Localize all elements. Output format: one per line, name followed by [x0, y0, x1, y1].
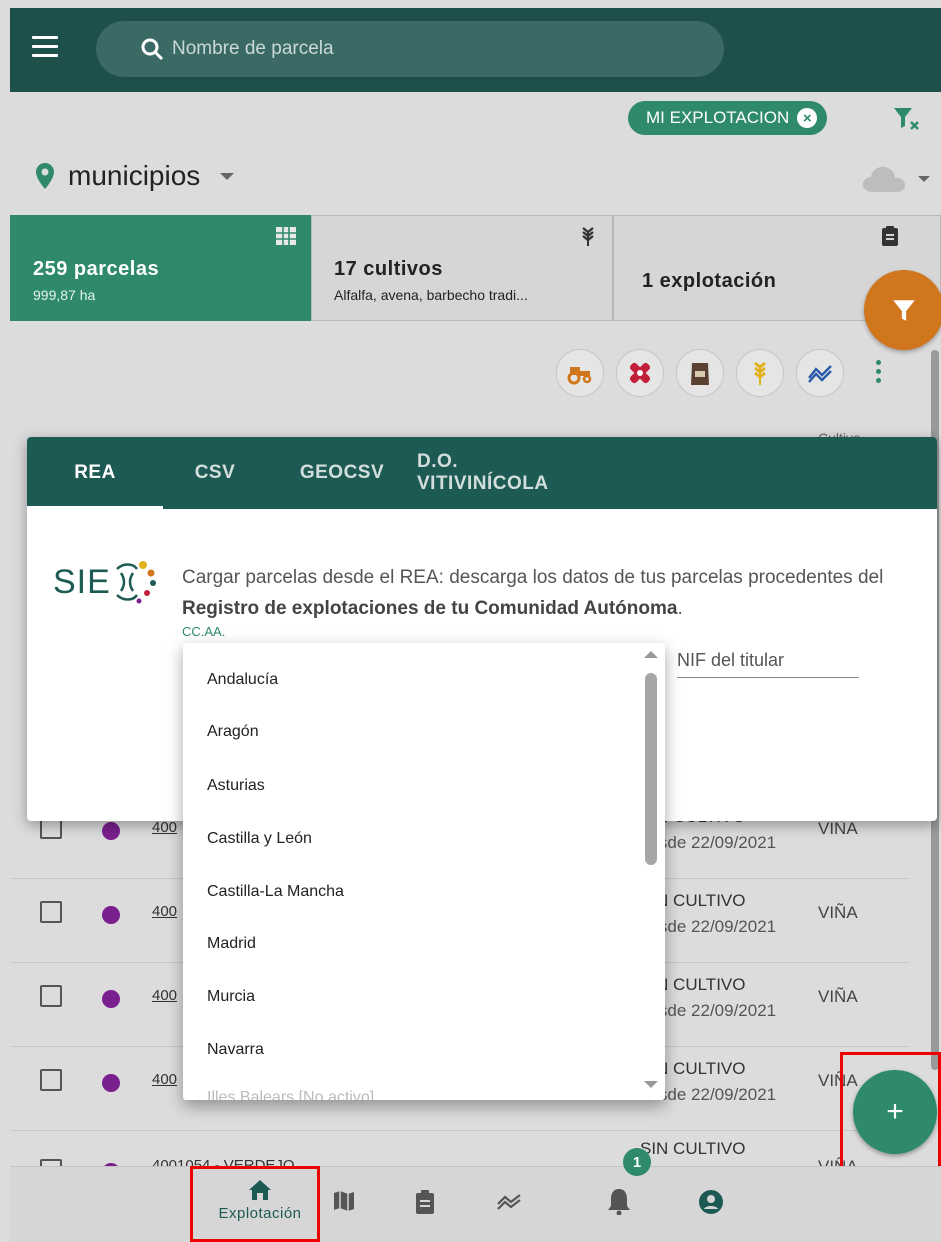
- filter-icon: [893, 300, 915, 321]
- parcels-count: 259 parcelas: [33, 258, 160, 280]
- ccaa-label: CC.AA.: [182, 624, 226, 639]
- option-murcia[interactable]: Murcia: [207, 988, 255, 1006]
- row-checkbox[interactable]: [40, 985, 62, 1007]
- crop-name: VIÑA: [818, 987, 858, 1006]
- filter-clear-icon[interactable]: [891, 104, 921, 134]
- harvest-tool[interactable]: [736, 349, 784, 397]
- nav-map[interactable]: [332, 1189, 356, 1213]
- filter-fab[interactable]: [864, 270, 941, 350]
- grid-icon: [276, 227, 296, 245]
- location-label: municipios: [68, 160, 201, 191]
- import-tabs: REA CSV GEOCSV D.O. VITIVINÍCOLA: [27, 437, 937, 509]
- tab-geocsv[interactable]: GEOCSV: [267, 437, 417, 509]
- location-selector[interactable]: municipios: [36, 160, 235, 192]
- trend-icon: [497, 1194, 521, 1210]
- account-icon: [699, 1190, 723, 1214]
- description-text: Cargar parcelas desde el REA: descarga l…: [182, 567, 884, 588]
- row-checkbox[interactable]: [40, 1069, 62, 1091]
- crop-status: SIN CULTIVO: [640, 1139, 746, 1158]
- tractor-tool[interactable]: [556, 349, 604, 397]
- nav-trends[interactable]: [496, 1193, 522, 1211]
- app-bar: [10, 8, 941, 92]
- description-end: .: [677, 598, 683, 619]
- tab-rea[interactable]: REA: [27, 437, 163, 509]
- clipboard-icon: [882, 226, 898, 246]
- trend-icon: [808, 365, 832, 383]
- option-castilla-la-mancha[interactable]: Castilla-La Mancha: [207, 883, 344, 901]
- wheat-icon: [754, 361, 766, 385]
- parcel-code[interactable]: 400: [152, 903, 177, 920]
- nif-field[interactable]: NIF del titular: [677, 650, 859, 678]
- option-asturias[interactable]: Asturias: [207, 777, 265, 795]
- parcel-code[interactable]: 400: [152, 1071, 177, 1088]
- crops-card[interactable]: 17 cultivos Alfalfa, avena, barbecho tra…: [311, 215, 613, 321]
- option-illes-balears[interactable]: Illes Balears [No activo]: [207, 1089, 374, 1100]
- parcel-code[interactable]: 400: [152, 987, 177, 1004]
- location-pin-icon: [36, 163, 54, 189]
- parcel-code[interactable]: 400: [152, 819, 177, 836]
- crops-list: Alfalfa, avena, barbecho tradi...: [334, 287, 528, 303]
- menu-icon[interactable]: [32, 36, 58, 58]
- tractor-icon: [567, 367, 592, 385]
- close-icon[interactable]: ×: [797, 108, 818, 128]
- nav-notifications[interactable]: [606, 1187, 632, 1215]
- fertilizer-tool[interactable]: [676, 349, 724, 397]
- table-row[interactable]: 4001054 - VERDEJO SIN CULTIVO VIÑA: [10, 1131, 910, 1171]
- bottom-navigation: Explotación: [10, 1166, 941, 1242]
- more-options-icon[interactable]: [876, 360, 882, 387]
- search-input[interactable]: [172, 38, 672, 60]
- sie-logo: SIE: [53, 557, 161, 607]
- row-checkbox[interactable]: [40, 901, 62, 923]
- ccaa-dropdown[interactable]: Andalucía Aragón Asturias Castilla y Leó…: [183, 643, 665, 1100]
- tab-csv[interactable]: CSV: [163, 437, 267, 509]
- clipboard-icon: [416, 1190, 434, 1214]
- status-dot: [102, 906, 120, 924]
- wheat-icon: [582, 227, 594, 246]
- notification-badge: 1: [623, 1148, 651, 1176]
- dropdown-scrollbar[interactable]: [645, 673, 657, 865]
- bandage-icon: [629, 362, 651, 384]
- filter-chip[interactable]: MI EXPLOTACION ×: [628, 101, 828, 135]
- status-dot: [102, 1074, 120, 1092]
- parcels-area: 999,87 ha: [33, 287, 96, 303]
- treatment-tool[interactable]: [616, 349, 664, 397]
- description-bold: Registro de explotaciones de tu Comunida…: [182, 598, 678, 619]
- crops-count: 17 cultivos: [334, 258, 443, 280]
- crop-name: VIÑA: [818, 819, 858, 838]
- tab-do-vitivinicola[interactable]: D.O. VITIVINÍCOLA: [417, 437, 567, 509]
- bell-icon: [608, 1189, 630, 1215]
- chevron-down-icon[interactable]: [918, 176, 930, 182]
- import-description: Cargar parcelas desde el REA: descarga l…: [182, 562, 922, 624]
- status-dot: [102, 990, 120, 1008]
- highlight-box: [190, 1166, 320, 1242]
- parcels-card[interactable]: 259 parcelas 999,87 ha: [10, 215, 311, 321]
- status-dot: [102, 822, 120, 840]
- nav-notebook[interactable]: [414, 1189, 436, 1215]
- cloud-icon[interactable]: [862, 165, 906, 193]
- fertilizer-bag-icon: [691, 363, 709, 385]
- option-andalucia[interactable]: Andalucía: [207, 671, 278, 689]
- filter-chip-label: MI EXPLOTACION: [646, 108, 790, 127]
- option-aragon[interactable]: Aragón: [207, 723, 259, 741]
- option-navarra[interactable]: Navarra: [207, 1041, 264, 1059]
- chevron-down-icon: [220, 172, 235, 180]
- stats-cards: 259 parcelas 999,87 ha 17 cultivos Alfal…: [10, 215, 941, 321]
- logo-text: SIE: [53, 562, 111, 601]
- crop-name: VIÑA: [818, 903, 858, 922]
- search-icon: [141, 38, 164, 61]
- option-madrid[interactable]: Madrid: [207, 935, 256, 953]
- option-castilla-y-leon[interactable]: Castilla y León: [207, 830, 312, 848]
- scroll-up-icon[interactable]: [644, 651, 658, 658]
- logo-mark-icon: [115, 561, 156, 604]
- scroll-down-icon[interactable]: [644, 1081, 658, 1088]
- trends-tool[interactable]: [796, 349, 844, 397]
- map-icon: [334, 1191, 354, 1211]
- search-bar[interactable]: [96, 21, 724, 77]
- nav-profile[interactable]: [698, 1189, 724, 1215]
- highlight-box: [840, 1052, 941, 1176]
